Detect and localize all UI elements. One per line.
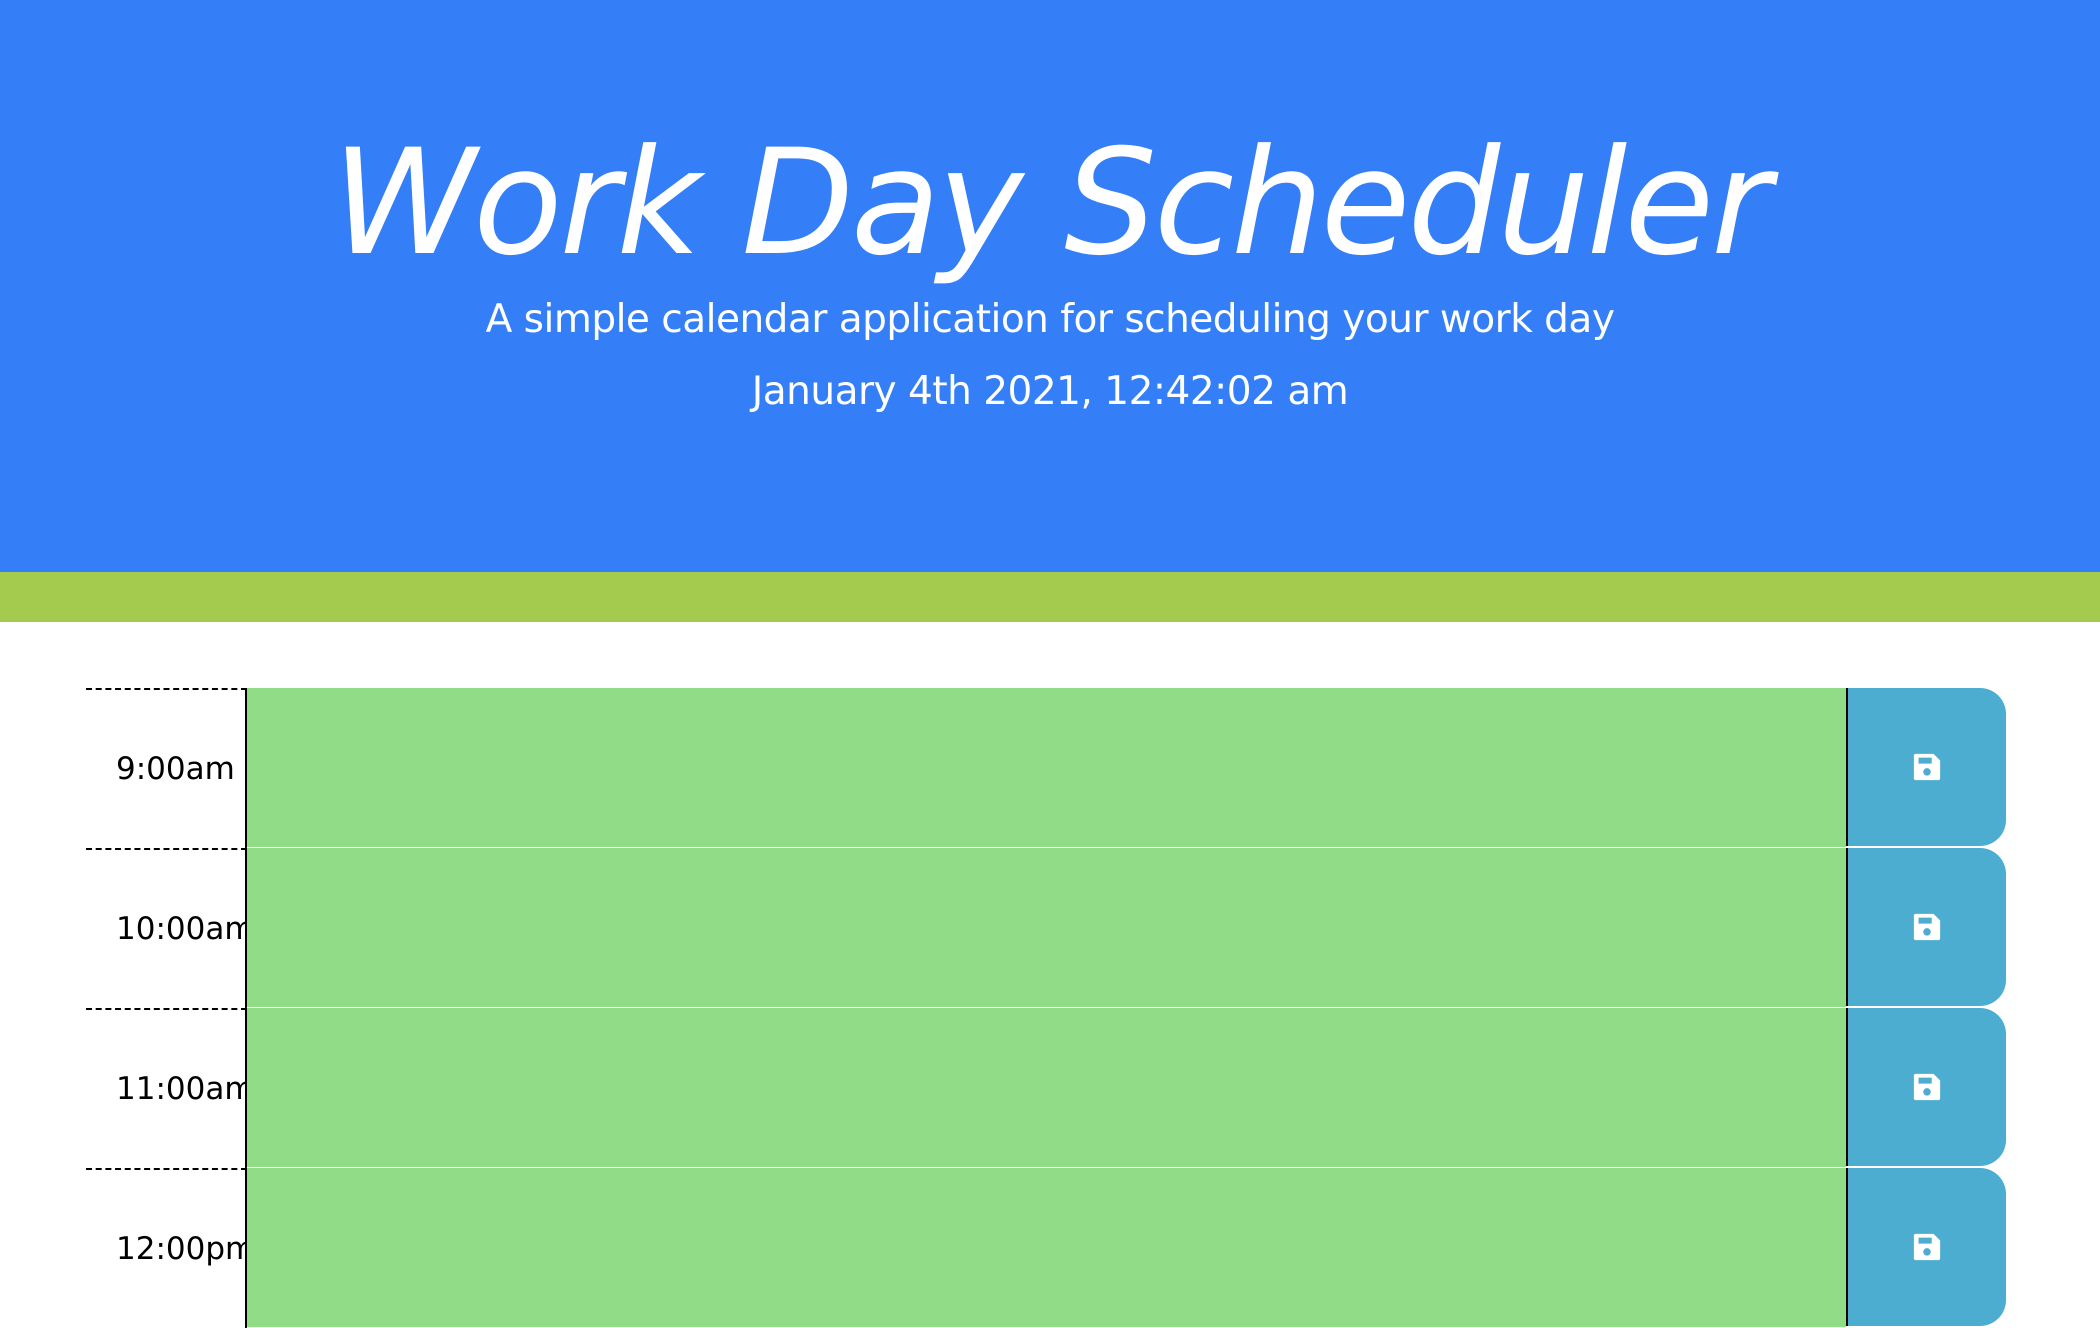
- page-title: Work Day Scheduler: [331, 118, 1771, 288]
- page-subtitle: A simple calendar application for schedu…: [485, 297, 1615, 342]
- save-icon: [1913, 913, 1941, 941]
- header-jumbotron: Work Day Scheduler A simple calendar app…: [0, 0, 2100, 572]
- hour-label: 11:00am: [86, 1008, 255, 1168]
- time-block-9am: 9:00am: [86, 688, 2006, 848]
- current-day: January 4th 2021, 12:42:02 am: [751, 369, 1349, 414]
- save-icon: [1913, 1233, 1941, 1261]
- save-button[interactable]: [1846, 848, 2006, 1006]
- hour-label: 10:00am: [86, 848, 255, 1008]
- save-icon: [1913, 753, 1941, 781]
- save-button[interactable]: [1846, 1168, 2006, 1326]
- time-block-10am: 10:00am: [86, 848, 2006, 1008]
- header-divider: [0, 572, 2100, 622]
- schedule-container: 9:00am 10:00am 11:00am 12:00pm: [86, 688, 2006, 1328]
- event-description-input[interactable]: [247, 1168, 1847, 1328]
- event-description-input[interactable]: [247, 848, 1847, 1008]
- hour-label: 9:00am: [86, 688, 247, 848]
- save-button[interactable]: [1846, 1008, 2006, 1166]
- event-description-input[interactable]: [246, 688, 1847, 848]
- save-icon: [1913, 1073, 1941, 1101]
- event-description-input[interactable]: [247, 1008, 1847, 1168]
- save-button[interactable]: [1846, 688, 2006, 846]
- time-block-11am: 11:00am: [86, 1008, 2006, 1168]
- hour-label: 12:00pm: [86, 1168, 255, 1328]
- time-block-12pm: 12:00pm: [86, 1168, 2006, 1328]
